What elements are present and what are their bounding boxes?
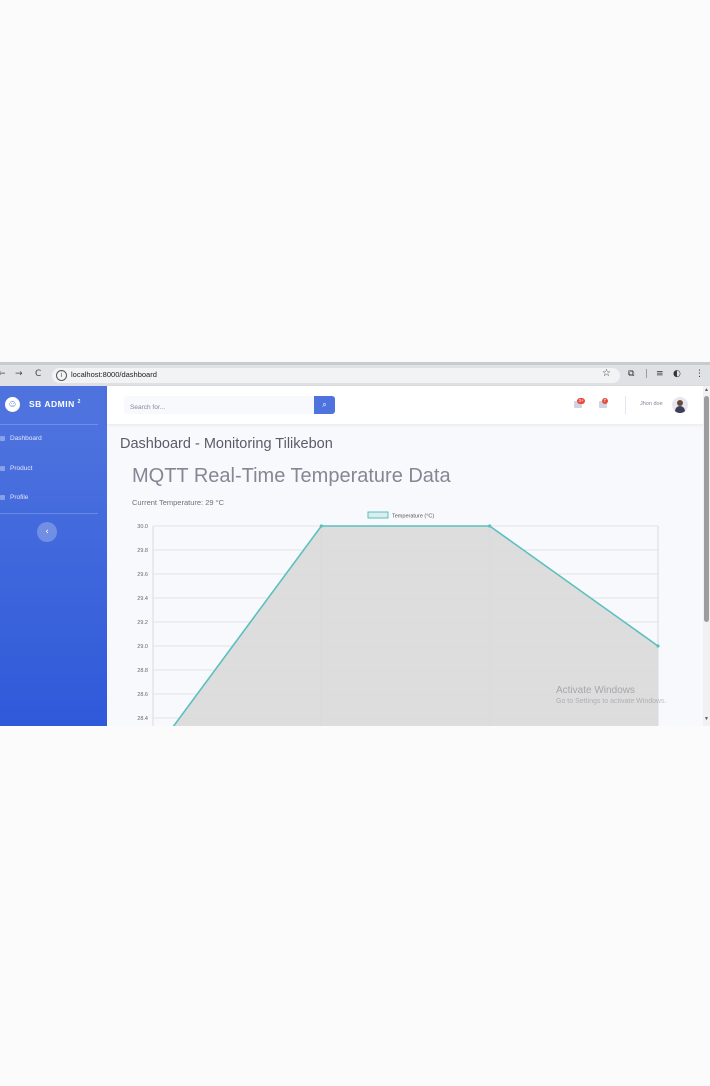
laugh-wink-icon: ☺ bbox=[5, 397, 20, 412]
series-area bbox=[173, 526, 658, 726]
profile-avatar-icon[interactable]: ◐ bbox=[673, 369, 681, 379]
windows-watermark-title: Activate Windows bbox=[556, 685, 635, 696]
data-point bbox=[488, 524, 492, 528]
scroll-down-icon[interactable]: ▼ bbox=[704, 716, 709, 722]
extensions-icon[interactable]: ⧉ bbox=[628, 369, 634, 379]
y-tick-label: 29.0 bbox=[137, 644, 148, 650]
messages-badge: 7 bbox=[602, 398, 608, 404]
sidebar-brand[interactable]: ☺ SB ADMIN 2 bbox=[0, 386, 107, 424]
page-title: Dashboard - Monitoring Tilikebon bbox=[120, 436, 333, 452]
alerts-bell-icon[interactable]: 3+ bbox=[574, 398, 586, 408]
sidebar-divider bbox=[0, 424, 98, 425]
y-tick-label: 29.8 bbox=[137, 548, 148, 554]
data-point bbox=[319, 524, 323, 528]
product-icon bbox=[0, 465, 5, 471]
topbar-divider bbox=[625, 396, 626, 414]
reading-list-icon[interactable]: ≡ bbox=[656, 369, 664, 379]
legend-label: Temperature (°C) bbox=[392, 514, 434, 520]
back-icon[interactable]: ← bbox=[0, 369, 6, 379]
sidebar-item-dashboard[interactable]: Dashboard bbox=[0, 435, 42, 442]
sidebar-item-product[interactable]: Product bbox=[0, 465, 32, 472]
brand-name: SB ADMIN 2 bbox=[29, 399, 81, 409]
scroll-up-icon[interactable]: ▲ bbox=[704, 387, 709, 393]
messages-envelope-icon[interactable]: 7 bbox=[599, 398, 608, 408]
y-tick-label: 30.0 bbox=[137, 524, 148, 530]
dashboard-icon bbox=[0, 435, 5, 441]
windows-watermark-subtitle: Go to Settings to activate Windows. bbox=[556, 698, 667, 705]
search-input[interactable] bbox=[124, 398, 310, 417]
avatar-body bbox=[675, 406, 685, 413]
browser-menu-icon[interactable]: ⋮ bbox=[695, 369, 704, 379]
search-button[interactable]: ⌕ bbox=[314, 396, 335, 414]
user-name[interactable]: Jhon doe bbox=[640, 401, 663, 407]
y-tick-label: 28.8 bbox=[137, 668, 148, 674]
current-temperature: Current Temperature: 29 °C bbox=[132, 498, 225, 507]
topbar: ⌕ 3+ 7 Jhon doe bbox=[107, 386, 710, 424]
sidebar-toggle-button[interactable]: ‹ bbox=[37, 522, 57, 542]
y-tick-label: 28.4 bbox=[137, 716, 148, 722]
bookmark-star-icon[interactable]: ☆ bbox=[602, 368, 611, 379]
sidebar-item-profile[interactable]: Profile bbox=[0, 494, 28, 501]
search-icon: ⌕ bbox=[322, 400, 327, 409]
site-info-icon[interactable]: i bbox=[56, 370, 67, 381]
scrollbar-thumb[interactable] bbox=[704, 396, 709, 622]
alerts-badge: 3+ bbox=[577, 398, 586, 404]
browser-toolbar: ← → C i localhost:8000/dashboard ☆ ⧉ | ≡… bbox=[0, 362, 710, 386]
search-field[interactable] bbox=[124, 396, 314, 417]
url-text[interactable]: localhost:8000/dashboard bbox=[71, 370, 157, 379]
page-scrollbar[interactable]: ▲ ▼ bbox=[703, 386, 710, 726]
sidebar: ☺ SB ADMIN 2 Dashboard Product Profile ‹ bbox=[0, 386, 107, 726]
legend-swatch bbox=[367, 511, 389, 519]
y-tick-label: 29.6 bbox=[137, 572, 148, 578]
user-avatar[interactable] bbox=[672, 397, 688, 413]
forward-icon[interactable]: → bbox=[15, 369, 23, 379]
y-tick-label: 29.2 bbox=[137, 620, 148, 626]
screenshot-viewport: ← → C i localhost:8000/dashboard ☆ ⧉ | ≡… bbox=[0, 362, 710, 726]
toolbar-divider: | bbox=[645, 369, 649, 379]
y-tick-label: 28.6 bbox=[137, 692, 148, 698]
plot-area bbox=[172, 525, 659, 726]
sidebar-divider bbox=[0, 513, 98, 514]
profile-icon bbox=[0, 494, 5, 500]
address-bar[interactable]: i localhost:8000/dashboard ☆ bbox=[52, 368, 620, 383]
data-point bbox=[656, 644, 660, 648]
chart-heading: MQTT Real-Time Temperature Data bbox=[132, 465, 451, 487]
y-tick-label: 29.4 bbox=[137, 596, 148, 602]
reload-icon[interactable]: C bbox=[35, 369, 41, 379]
